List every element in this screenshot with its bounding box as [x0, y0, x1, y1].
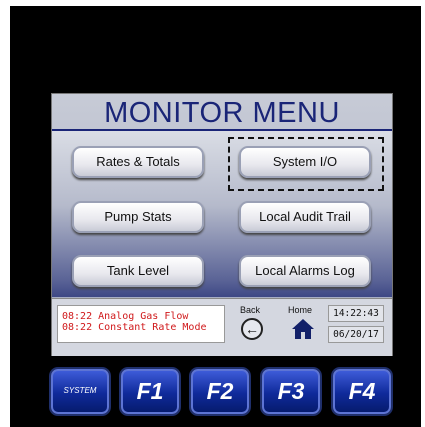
f3-key[interactable]: F3	[262, 369, 320, 414]
alarm-list[interactable]: 08:22 Analog Gas Flow 08:22 Constant Rat…	[57, 305, 225, 343]
menu-button-grid: Rates & Totals System I/O Pump Stats Loc…	[52, 131, 392, 297]
rates-totals-button[interactable]: Rates & Totals	[72, 146, 204, 178]
system-key[interactable]: SYSTEM	[51, 369, 109, 414]
clock-time: 14:22:43	[328, 305, 384, 322]
f2-key[interactable]: F2	[191, 369, 249, 414]
pump-stats-button[interactable]: Pump Stats	[72, 201, 204, 233]
arrow-left-icon: ←	[245, 321, 259, 337]
photo-border-right	[421, 0, 425, 427]
alarm-line: 08:22 Analog Gas Flow	[62, 311, 189, 322]
photo-border-left	[0, 0, 10, 427]
f4-key[interactable]: F4	[333, 369, 391, 414]
back-button[interactable]: ←	[241, 318, 263, 340]
page-title: MONITOR MENU	[104, 97, 340, 129]
back-label: Back	[240, 305, 261, 315]
system-io-button[interactable]: System I/O	[239, 146, 371, 178]
clock-date: 06/20/17	[328, 326, 384, 343]
f1-key[interactable]: F1	[121, 369, 179, 414]
home-icon	[292, 319, 314, 339]
home-button[interactable]	[291, 317, 315, 341]
local-audit-trail-button[interactable]: Local Audit Trail	[239, 201, 371, 233]
photo-border-top	[0, 0, 425, 6]
hmi-screen: MONITOR MENU Rates & Totals System I/O P…	[51, 93, 393, 356]
local-alarms-log-button[interactable]: Local Alarms Log	[239, 255, 371, 287]
alarm-line: 08:22 Constant Rate Mode	[62, 322, 207, 333]
tank-level-button[interactable]: Tank Level	[72, 255, 204, 287]
home-label: Home	[288, 305, 313, 315]
status-bar: 08:22 Analog Gas Flow 08:22 Constant Rat…	[52, 298, 392, 356]
